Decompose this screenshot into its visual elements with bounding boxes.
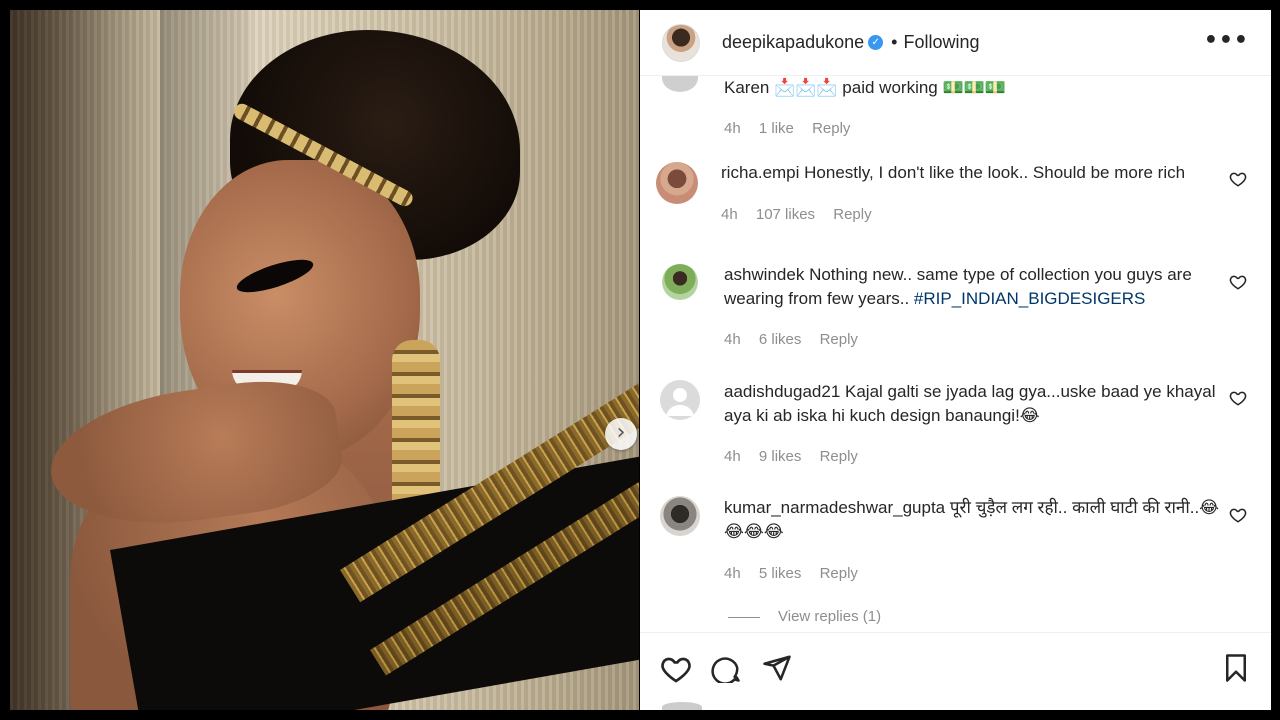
comment-heart-icon[interactable] [1229,170,1247,188]
post-header: deepikapadukone ✓ • Following ••• [640,10,1271,76]
comment-meta: 4h 6 likes Reply [724,331,872,348]
view-replies-button[interactable]: View replies (1) [728,608,881,625]
post-photo: › [10,10,639,710]
send-icon[interactable] [762,653,792,683]
comment-time: 4h [724,565,741,582]
reply-button[interactable]: Reply [820,448,858,465]
verified-badge-icon: ✓ [868,35,884,50]
heart-icon[interactable] [660,653,692,685]
following-button[interactable]: Following [903,32,979,53]
carousel-next-button[interactable]: › [605,418,637,450]
comment-likes[interactable]: 5 likes [759,565,802,582]
comment-meta: 4h 5 likes Reply [724,565,872,582]
comment-heart-icon[interactable] [1229,273,1247,291]
action-bar [640,632,1271,710]
comment-time: 4h [724,448,741,465]
comment-username[interactable]: kumar_narmadeshwar_gupta [724,498,945,517]
comment-text: ashwindek Nothing new.. same type of col… [724,265,1192,308]
liker-avatars[interactable] [662,702,702,710]
comment-username[interactable]: aadishdugad21 [724,382,840,401]
comment-time: 4h [724,120,741,137]
reply-button[interactable]: Reply [812,120,850,137]
comment-text: kumar_narmadeshwar_gupta पूरी चुड़ैल लग … [724,498,1220,541]
reply-button[interactable]: Reply [820,565,858,582]
bookmark-icon[interactable] [1221,653,1251,683]
comment-username[interactable]: richa.empi [721,163,799,182]
comment-hashtag[interactable]: #RIP_INDIAN_BIGDESIGERS [914,289,1145,308]
comment-heart-icon[interactable] [1229,389,1247,407]
comment-likes[interactable]: 1 like [759,120,794,137]
comment-username[interactable]: ashwindek [724,265,804,284]
replies-divider [728,616,760,618]
comment-likes[interactable]: 9 likes [759,448,802,465]
comment-likes[interactable]: 6 likes [759,331,802,348]
comment-meta: 4h 107 likes Reply [721,206,886,223]
comment-likes[interactable]: 107 likes [756,206,815,223]
comment-time: 4h [721,206,738,223]
header-separator: • [891,32,898,52]
reply-button[interactable]: Reply [833,206,871,223]
comment-icon[interactable] [711,653,741,683]
comment-meta: 4h 9 likes Reply [724,448,872,465]
comment-avatar[interactable] [662,264,698,300]
comment-avatar[interactable] [656,162,698,204]
comment-text: aadishdugad21 Kajal galti se jyada lag g… [724,382,1216,425]
comment-text: Karen 📩📩📩 paid working 💵💵💵 [724,78,1006,97]
comment-meta: 4h 1 like Reply [724,120,864,137]
comment-avatar[interactable] [660,496,700,536]
reply-button[interactable]: Reply [820,331,858,348]
author-username[interactable]: deepikapadukone [722,32,864,53]
default-avatar-icon [666,388,694,416]
more-options-button[interactable]: ••• [1204,28,1249,53]
comment-avatar[interactable] [660,380,700,420]
author-avatar[interactable] [662,23,700,62]
comment-heart-icon[interactable] [1229,506,1247,524]
comments-panel: deepikapadukone ✓ • Following ••• Karen … [640,10,1271,710]
comment-time: 4h [724,331,741,348]
comment-text: richa.empi Honestly, I don't like the lo… [721,163,1186,182]
